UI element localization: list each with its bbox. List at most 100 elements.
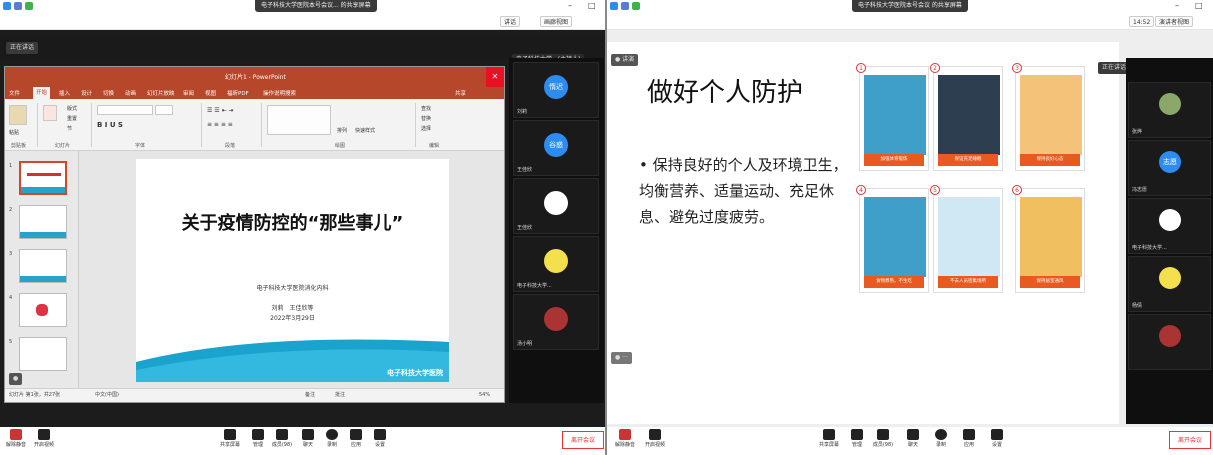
bullets-icon[interactable]: ☰ ☰ ⇤ ⇥: [207, 107, 234, 114]
tab-foxit[interactable]: 福昕PDF: [227, 89, 249, 97]
thumbnail-4[interactable]: [19, 293, 67, 327]
video-tile[interactable]: 张烨: [1128, 82, 1211, 138]
tab-home[interactable]: 开始: [33, 87, 51, 99]
video-tile[interactable]: 杨倩: [1128, 256, 1211, 312]
slide-thumbnails: 1 2 3 4 5 ●: [5, 151, 79, 388]
thumb-number: 2: [9, 207, 13, 213]
share-screen-button[interactable]: 共享屏幕: [815, 429, 843, 448]
stage-header: 正在讲话 电子科技大学...(主持人): [0, 38, 605, 66]
info-icon[interactable]: [621, 2, 629, 10]
speaker-button[interactable]: 讲话: [500, 16, 521, 27]
thumbnail-2[interactable]: [19, 205, 67, 239]
current-slide: 关于疫情防控的“那些事儿” 电子科技大学医院消化内科 刘莉 王佳欣等 2022年…: [136, 159, 449, 382]
tab-search[interactable]: 操作说明搜索: [263, 89, 296, 97]
thumbnail-5[interactable]: [19, 337, 67, 371]
video-tile[interactable]: 谷惑 王佳欣: [513, 120, 599, 176]
view-button[interactable]: 画廊视图: [540, 16, 573, 27]
tab-slideshow[interactable]: 幻灯片放映: [147, 89, 175, 97]
share-link[interactable]: 共享: [455, 89, 466, 97]
video-tile[interactable]: 惰迟 刘莉: [513, 62, 599, 118]
tab-design[interactable]: 设计: [81, 89, 92, 97]
tab-review[interactable]: 审阅: [183, 89, 194, 97]
maximize-button[interactable]: □: [1195, 1, 1203, 10]
align-icon[interactable]: ≡ ≡ ≡ ≡: [207, 121, 233, 128]
unmute-button[interactable]: 解除静音: [611, 429, 639, 448]
share-caption[interactable]: 电子科技大学医院本号会议 的共享屏幕: [852, 0, 968, 12]
zoom-level[interactable]: 54%: [479, 389, 490, 402]
participant-name: 冯志愿: [1132, 187, 1148, 193]
arrange-label[interactable]: 排列: [337, 127, 347, 134]
meeting-toolbar: 14:52 演讲者视图: [607, 14, 1213, 30]
find-label[interactable]: 查找: [421, 105, 431, 112]
presenter-tag: ● 讲演: [611, 54, 639, 66]
bold-icon[interactable]: B I U S: [97, 121, 123, 129]
camera-icon: [649, 429, 661, 440]
members-button[interactable]: 成员(98): [268, 429, 296, 448]
unmute-button[interactable]: 解除静音: [2, 429, 30, 448]
thumb-number: 5: [9, 339, 13, 345]
tab-insert[interactable]: 插入: [59, 89, 70, 97]
video-tile[interactable]: [1128, 314, 1211, 370]
minimize-button[interactable]: –: [1175, 1, 1179, 10]
shield-icon: [851, 429, 863, 440]
avatar: [544, 307, 568, 331]
info-icon[interactable]: [14, 2, 22, 10]
apps-button[interactable]: 应用: [955, 429, 983, 448]
apps-icon: [963, 429, 975, 440]
ppt-tabs: 文件 开始 插入 设计 切换 动画 幻灯片放映 审阅 视图 福昕PDF 操作说明…: [5, 87, 504, 99]
my-tile-label: ●: [9, 373, 23, 385]
replace-label[interactable]: 替换: [421, 115, 431, 122]
members-button[interactable]: 成员(98): [869, 429, 897, 448]
maximize-button[interactable]: □: [588, 1, 596, 10]
record-button[interactable]: 录制: [927, 429, 955, 448]
select-label[interactable]: 选择: [421, 125, 431, 132]
thumbnail-3[interactable]: [19, 249, 67, 283]
minimize-button[interactable]: –: [568, 1, 572, 10]
video-tile[interactable]: 电子科技大学...: [1128, 198, 1211, 254]
video-tile[interactable]: 志愿 冯志愿: [1128, 140, 1211, 196]
leave-button[interactable]: 离开会议: [1169, 431, 1212, 449]
settings-button[interactable]: 设置: [366, 429, 394, 448]
video-panel: 张烨 志愿 冯志愿 电子科技大学... 杨倩: [1126, 58, 1213, 424]
tab-view[interactable]: 视图: [205, 89, 216, 97]
paste-icon[interactable]: [9, 105, 27, 125]
share-caption[interactable]: 电子科技大学医院本号会议... 的共享屏幕: [255, 0, 377, 12]
slide-title: 关于疫情防控的“那些事儿”: [181, 213, 404, 234]
settings-button[interactable]: 设置: [983, 429, 1011, 448]
leave-button[interactable]: 离开会议: [562, 431, 605, 449]
video-tile[interactable]: 汤小明: [513, 294, 599, 350]
close-button[interactable]: ✕: [486, 67, 504, 87]
participant-name: 刘莉: [517, 109, 528, 115]
group-paragraph: 段落: [225, 143, 236, 149]
slide-canvas: 关于疫情防控的“那些事儿” 电子科技大学医院消化内科 刘莉 王佳欣等 2022年…: [79, 151, 504, 388]
section-label[interactable]: 节: [67, 125, 72, 132]
notes-button[interactable]: 备注: [305, 389, 315, 402]
left-meeting-window: 电子科技大学医院本号会议... 的共享屏幕 – □ 讲话 画廊视图 正在讲话 电…: [0, 0, 605, 455]
shield-icon: [3, 2, 11, 10]
ribbon: 粘贴 版式 重置 节 B I U S ☰ ☰ ⇤ ⇥ ≡ ≡ ≡ ≡ 排列 快速…: [5, 99, 504, 151]
font-size-select[interactable]: [155, 105, 173, 115]
reset-label[interactable]: 重置: [67, 115, 77, 122]
comments-button[interactable]: 批注: [335, 389, 345, 402]
chat-icon: [302, 429, 314, 440]
video-button[interactable]: 开启视频: [30, 429, 58, 448]
thumbnail-1[interactable]: [19, 161, 67, 195]
quick-styles-label[interactable]: 快速样式: [355, 127, 375, 134]
video-panel: 惰迟 刘莉 谷惑 王佳欣 王佳欣 电子科技大学... 汤小明: [509, 58, 604, 403]
paste-label[interactable]: 粘贴: [9, 129, 19, 136]
chat-button[interactable]: 聊天: [899, 429, 927, 448]
share-screen-button[interactable]: 共享屏幕: [216, 429, 244, 448]
tab-file[interactable]: 文件: [9, 89, 20, 97]
font-name-select[interactable]: [97, 105, 153, 115]
video-tile[interactable]: 王佳欣: [513, 178, 599, 234]
relax-image: [1020, 75, 1082, 155]
video-button[interactable]: 开启视频: [641, 429, 669, 448]
view-button[interactable]: 演讲者视图: [1155, 16, 1194, 27]
tab-transitions[interactable]: 切换: [103, 89, 114, 97]
tab-animations[interactable]: 动画: [125, 89, 136, 97]
layout-label[interactable]: 版式: [67, 105, 77, 112]
shapes-gallery[interactable]: [267, 105, 331, 135]
manage-button[interactable]: 管理: [843, 429, 871, 448]
video-tile[interactable]: 电子科技大学...: [513, 236, 599, 292]
new-slide-icon[interactable]: [43, 105, 57, 121]
